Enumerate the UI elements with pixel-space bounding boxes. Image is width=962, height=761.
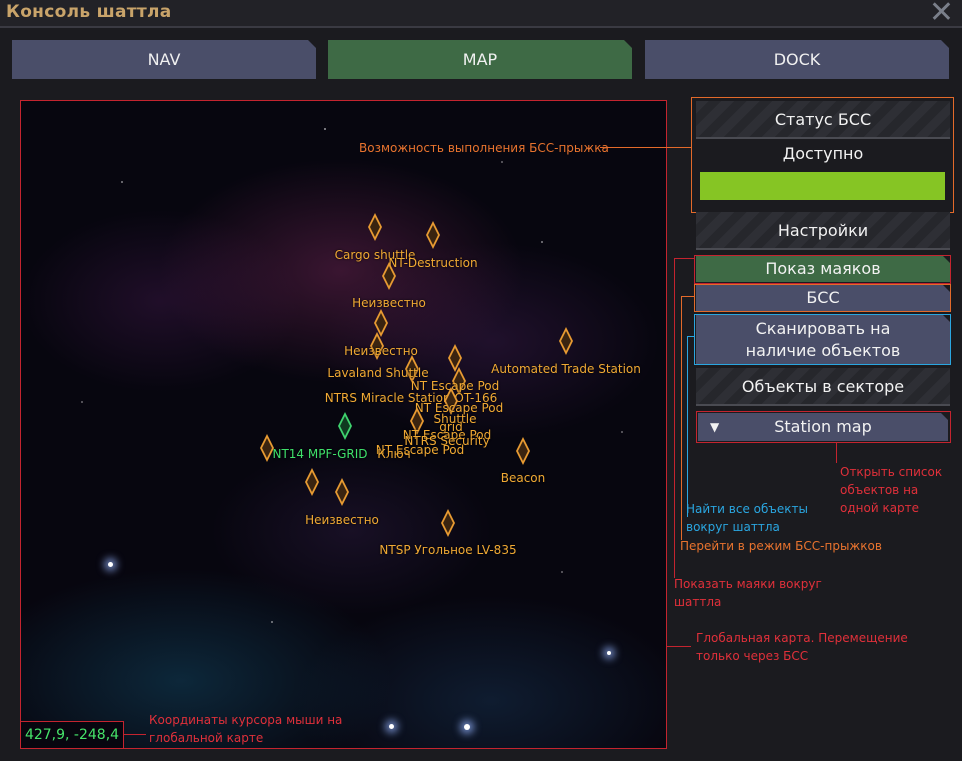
beacon-marker-icon[interactable] — [448, 344, 462, 372]
marker-label: NTSP Угольное LV-835 — [379, 543, 517, 557]
scan-button-line2: наличие объектов — [745, 340, 901, 360]
beacon-marker-icon[interactable] — [368, 213, 382, 241]
beacon-marker-icon[interactable] — [441, 509, 455, 537]
star — [81, 401, 83, 403]
connector-line — [667, 646, 691, 647]
star — [389, 724, 394, 729]
chevron-down-icon: ▼ — [710, 420, 720, 434]
beacon-marker-icon[interactable] — [426, 221, 440, 249]
marker-label: Ключ — [377, 447, 411, 461]
window-titlebar: Консоль шаттла ✕ — [0, 0, 962, 30]
annotation-scan: Найти все объекты вокруг шаттла — [686, 502, 808, 534]
tab-map[interactable]: MAP — [328, 40, 632, 79]
connector-line — [600, 147, 691, 148]
annotation-station-map: Открыть список объектов на одной карте — [840, 465, 943, 515]
star — [607, 651, 611, 655]
marker-label: Automated Trade Station — [491, 362, 641, 376]
annotation-beacons: Показать маяки вокруг шаттла — [674, 577, 822, 609]
annotation-coordinates: Координаты курсора мыши на глобальной ка… — [149, 713, 343, 745]
tab-nav[interactable]: NAV — [12, 40, 316, 79]
star — [121, 181, 123, 183]
marker-label: Beacon — [500, 471, 546, 485]
annotation-bss-jump: Возможность выполнения БСС-прыжка — [359, 141, 609, 155]
bss-availability-text: Доступно — [782, 144, 864, 163]
star — [324, 128, 326, 130]
connector-line — [687, 336, 695, 337]
connector-line — [681, 296, 682, 540]
close-icon[interactable]: ✕ — [929, 0, 954, 30]
star — [541, 241, 543, 243]
global-map[interactable]: Cargo shuttle NT-Destruction Неизвестно … — [20, 100, 667, 749]
star — [621, 431, 623, 433]
annotation-bss-mode: Перейти в режим БСС-прыжков — [680, 539, 882, 553]
marker-label: NT14 MPF-GRID — [272, 447, 368, 461]
marker-label: Неизвестно — [352, 296, 426, 310]
settings-header: Настройки — [696, 212, 950, 250]
star — [501, 161, 503, 163]
beacon-marker-icon[interactable] — [374, 309, 388, 337]
marker-label: Неизвестно — [344, 344, 418, 358]
bss-status-header: Статус БСС — [696, 101, 950, 139]
beacon-marker-icon[interactable] — [305, 468, 319, 496]
connector-line — [836, 443, 837, 463]
connector-line — [687, 336, 688, 517]
star — [271, 621, 273, 623]
station-map-label: Station map — [774, 417, 872, 436]
star — [561, 571, 563, 573]
tab-dock[interactable]: DOCK — [645, 40, 949, 79]
bss-button[interactable]: БСС — [696, 285, 950, 311]
scan-button-line1: Сканировать на — [755, 318, 891, 338]
marker-label: Lavaland Shuttle — [327, 366, 429, 380]
objects-in-sector-header: Объекты в секторе — [696, 368, 950, 406]
window-title: Консоль шаттла — [6, 2, 172, 22]
beacon-marker-icon[interactable] — [559, 327, 573, 355]
own-shuttle-marker-icon[interactable] — [338, 412, 352, 440]
connector-line — [674, 258, 695, 259]
station-map-dropdown[interactable]: ▼ Station map — [698, 413, 948, 441]
beacon-marker-icon[interactable] — [335, 478, 349, 506]
annotation-global-map: Глобальная карта. Перемещение только чер… — [696, 631, 908, 663]
connector-line — [124, 734, 146, 735]
star — [464, 724, 470, 730]
connector-line — [681, 296, 695, 297]
bss-status-bar — [700, 172, 945, 200]
show-beacons-button[interactable]: Показ маяков — [696, 256, 950, 282]
cursor-coordinates: 427,9, -248,4 — [20, 721, 124, 749]
marker-label: NT-Destruction — [388, 256, 478, 270]
star — [108, 562, 113, 567]
marker-label: Неизвестно — [305, 513, 379, 527]
beacon-marker-icon[interactable] — [516, 437, 530, 465]
connector-line — [674, 258, 675, 578]
scan-objects-button[interactable]: Сканировать на наличие объектов — [696, 315, 950, 364]
